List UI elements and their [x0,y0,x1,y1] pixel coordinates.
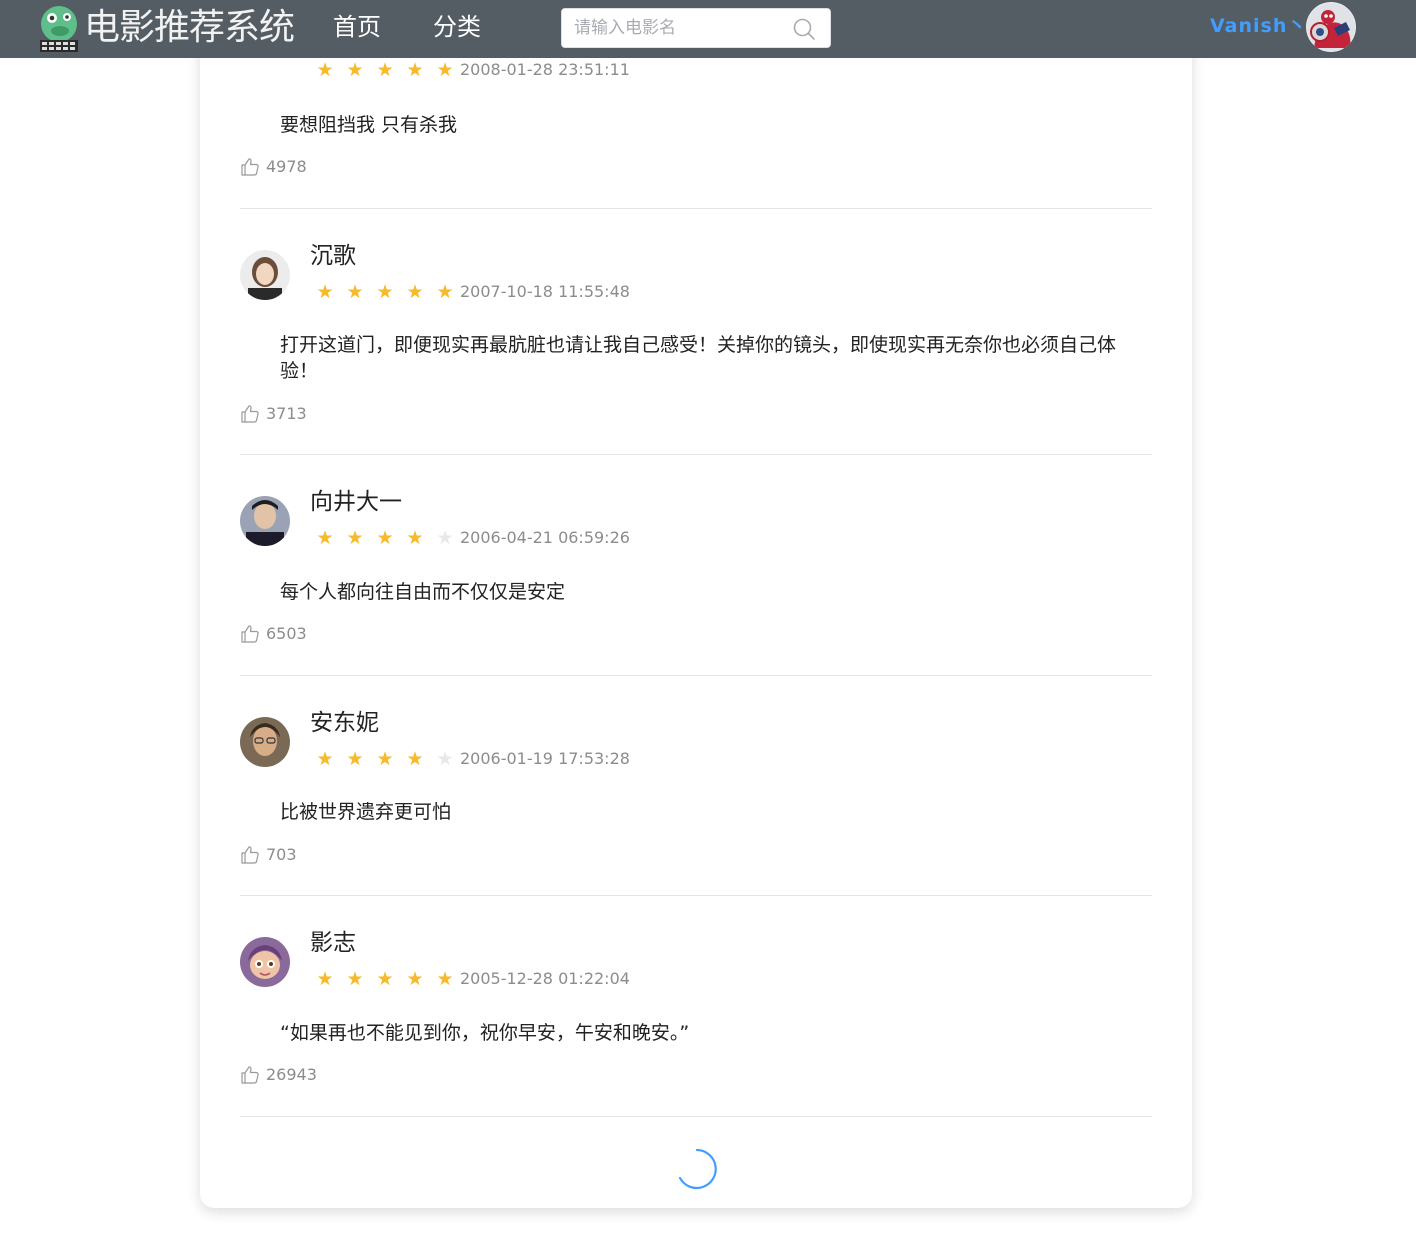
nav-home[interactable]: 首页 [333,10,381,44]
star-icon: ★ [406,748,424,770]
like-count: 3713 [266,404,307,423]
comments-card: ★ ★ ★ ★ ★ 2008-01-28 23:51:11 要想阻挡我 只有杀我 497… [200,0,1192,1208]
star-icon: ★ [376,527,394,549]
star-icon: ★ [316,281,334,303]
thumbs-up-icon[interactable] [240,157,260,177]
star-icon: ★ [316,59,334,81]
rating-stars: ★ ★ ★ ★ ★ [310,748,460,770]
logo-icon[interactable] [34,4,84,54]
star-icon: ★ [346,527,364,549]
star-icon: ★ [376,59,394,81]
star-icon: ★ [436,968,454,990]
reviewer-name[interactable]: 安东妮 [310,707,379,739]
review-item: 安东妮 ★ ★ ★ ★ ★ 2006-01-19 17:53:28 比被世界遗弃更可怕 … [240,675,1152,896]
review-text: “如果再也不能见到你，祝你早安，午安和晚安。” [280,1022,690,1044]
reviewer-name[interactable]: 向井大一 [310,486,402,518]
search-box [561,8,831,48]
rating-stars: ★ ★ ★ ★ ★ [310,968,460,990]
search-input[interactable] [574,9,784,47]
star-icon: ★ [436,527,454,549]
review-time: 2006-04-21 06:59:26 [460,528,630,547]
thumbs-up-icon[interactable] [240,845,260,865]
review-text: 打开这道门，即便现实再最肮脏也请让我自己感受！关掉你的镜头，即使现实再无奈你也必… [280,334,1117,382]
nav-category[interactable]: 分类 [433,10,481,44]
star-icon: ★ [406,968,424,990]
reviewer-avatar[interactable] [240,717,290,767]
review-time: 2008-01-28 23:51:11 [460,60,630,79]
review-text: 要想阻挡我 只有杀我 [280,114,458,136]
reviewer-avatar[interactable] [240,250,290,300]
star-icon: ★ [406,281,424,303]
star-icon: ★ [376,281,394,303]
star-icon: ★ [346,281,364,303]
reviewer-name[interactable]: 沉歌 [310,240,356,272]
loading-spinner-icon [678,1148,717,1190]
like-button[interactable]: 4978 [240,156,307,178]
site-title[interactable]: 电影推荐系统 [84,4,295,52]
like-button[interactable]: 3713 [240,403,307,425]
like-count: 703 [266,845,297,864]
star-icon: ★ [436,748,454,770]
reviewer-name[interactable]: 影志 [310,927,356,959]
user-avatar[interactable] [1306,2,1356,52]
rating-stars: ★ ★ ★ ★ ★ [310,281,460,303]
review-text: 每个人都向往自由而不仅仅是安定 [280,581,566,603]
star-icon: ★ [346,59,364,81]
review-item: 向井大一 ★ ★ ★ ★ ★ 2006-04-21 06:59:26 每个人都向往自由而… [240,454,1152,676]
review-item: 影志 ★ ★ ★ ★ ★ 2005-12-28 01:22:04 “如果再也不能见到你，… [240,895,1152,1117]
thumbs-up-icon[interactable] [240,404,260,424]
star-icon: ★ [346,968,364,990]
like-count: 6503 [266,624,307,643]
thumbs-up-icon[interactable] [240,1065,260,1085]
star-icon: ★ [376,748,394,770]
like-button[interactable]: 26943 [240,1064,317,1086]
review-item: 沉歌 ★ ★ ★ ★ ★ 2007-10-18 11:55:48 打开这道门，即便现实再… [240,208,1152,455]
thumbs-up-icon[interactable] [240,624,260,644]
star-icon: ★ [436,59,454,81]
star-icon: ★ [316,527,334,549]
like-count: 26943 [266,1065,317,1084]
reviewer-avatar[interactable] [240,496,290,546]
review-time: 2007-10-18 11:55:48 [460,282,630,301]
star-icon: ★ [436,281,454,303]
review-text: 比被世界遗弃更可怕 [280,801,452,823]
star-icon: ★ [406,59,424,81]
rating-stars: ★ ★ ★ ★ ★ [310,527,460,549]
top-nav-bar: 电影推荐系统 首页 分类 Vanish丶 [0,0,1416,58]
like-button[interactable]: 6503 [240,623,307,645]
review-time: 2005-12-28 01:22:04 [460,969,630,988]
username-dropdown[interactable]: Vanish丶 [1210,12,1307,40]
star-icon: ★ [316,748,334,770]
review-time: 2006-01-19 17:53:28 [460,749,630,768]
rating-stars: ★ ★ ★ ★ ★ [310,59,460,81]
like-count: 4978 [266,157,307,176]
reviewer-avatar[interactable] [240,937,290,987]
star-icon: ★ [376,968,394,990]
star-icon: ★ [316,968,334,990]
star-icon: ★ [406,527,424,549]
search-icon[interactable] [792,17,816,41]
star-icon: ★ [346,748,364,770]
like-button[interactable]: 703 [240,844,297,866]
